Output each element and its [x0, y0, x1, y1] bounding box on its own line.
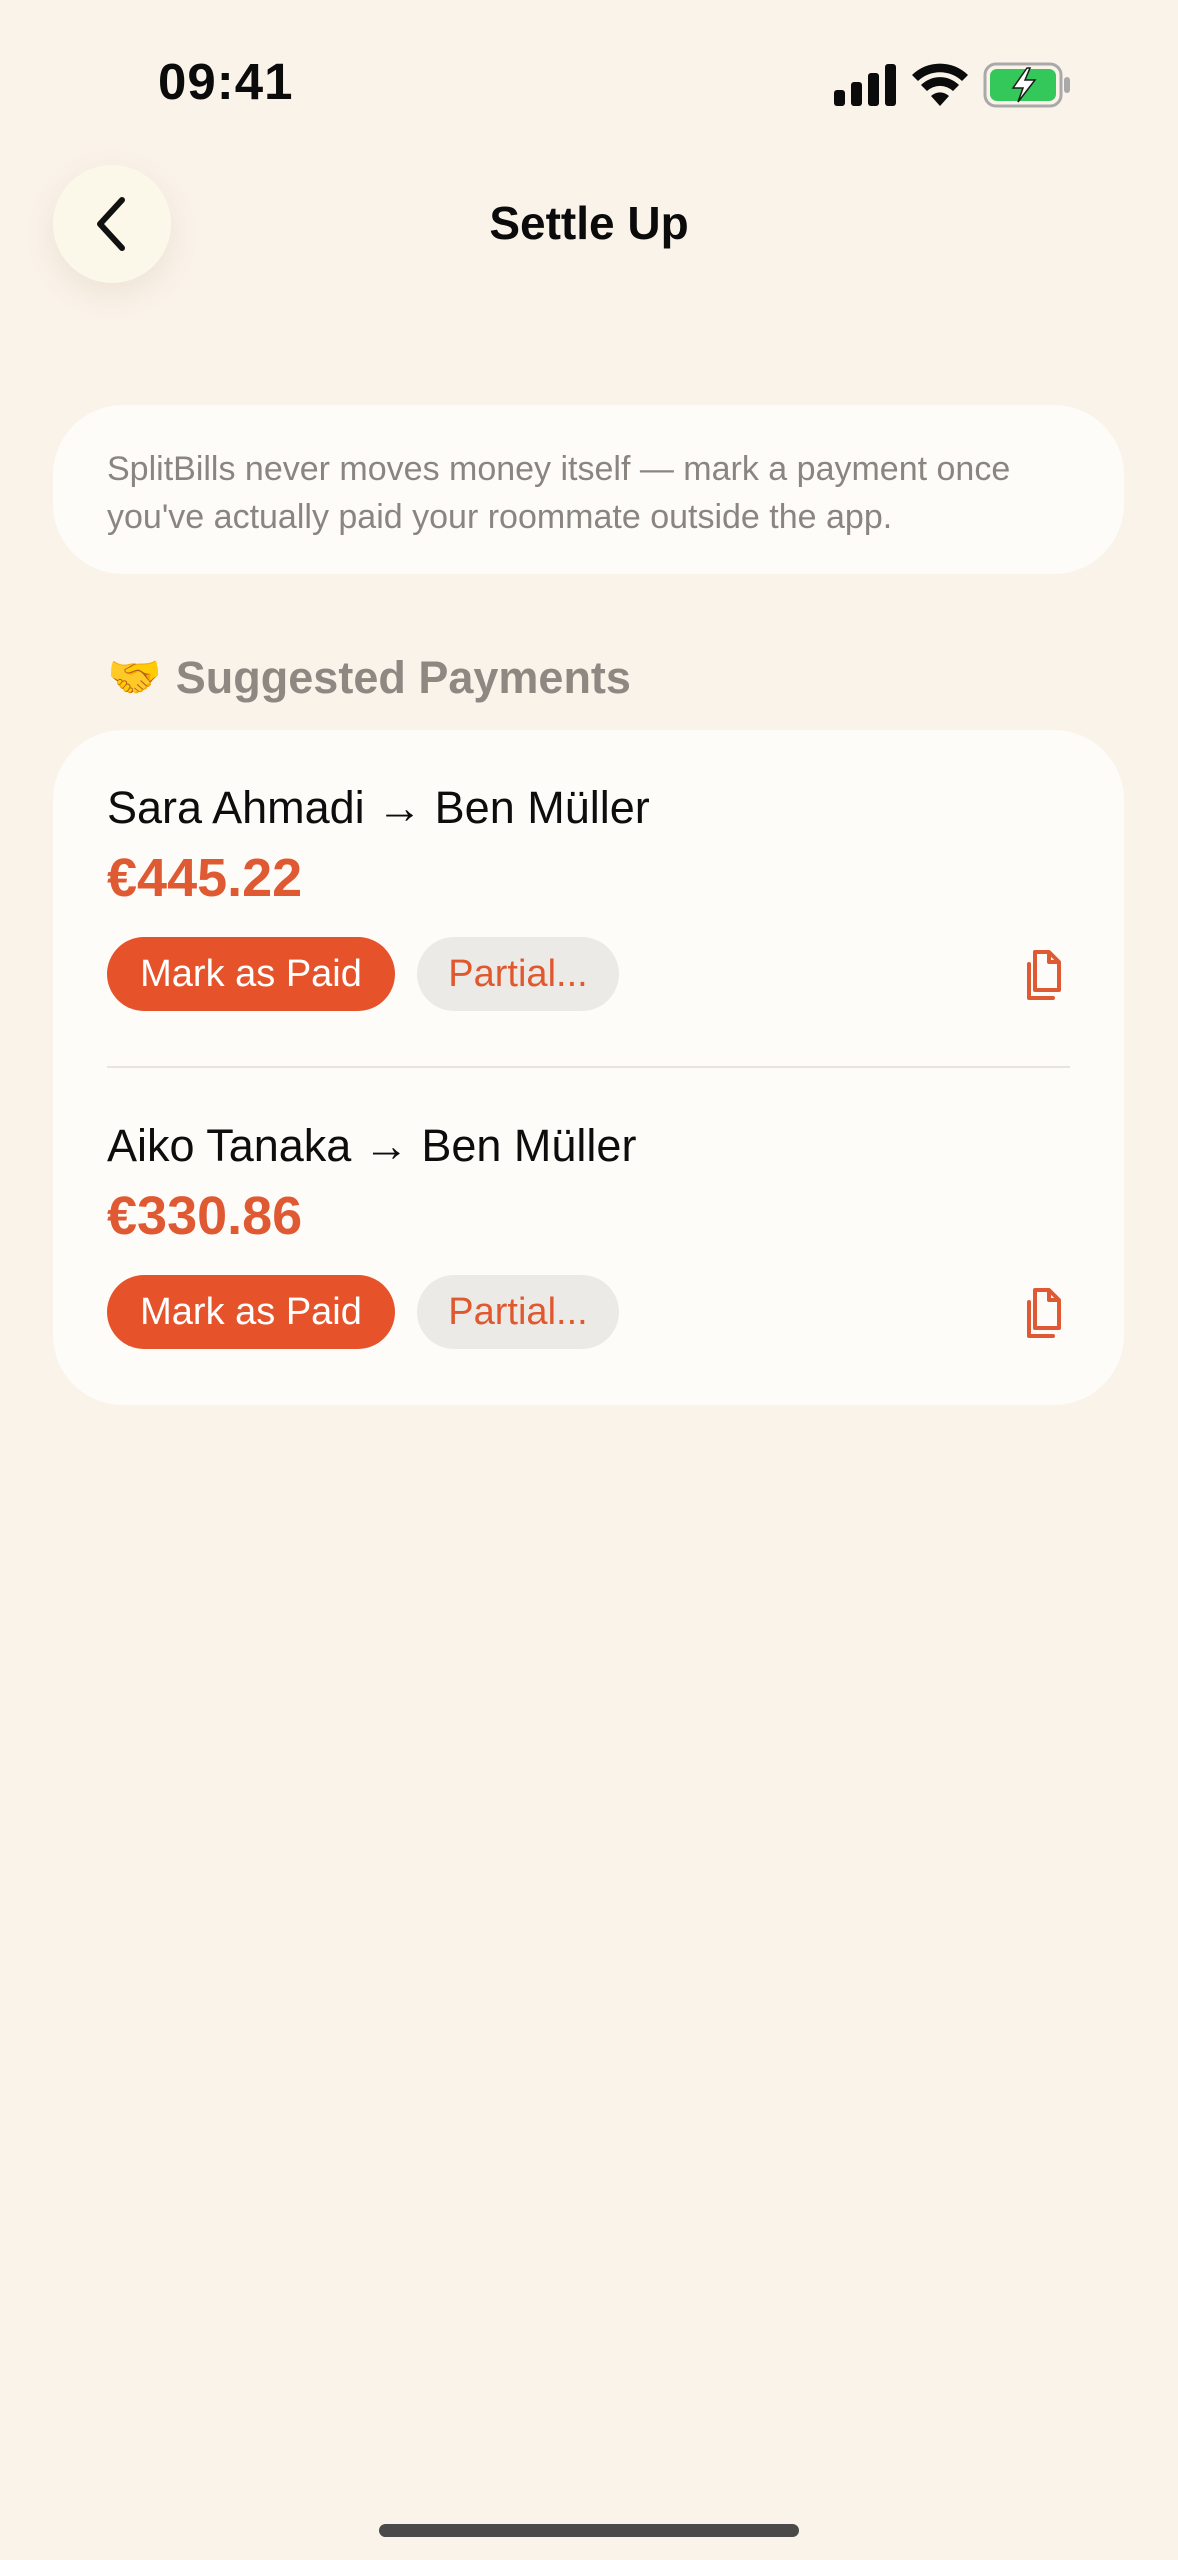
payment-amount: €330.86	[107, 1186, 303, 1246]
partial-payment-button[interactable]: Partial...	[417, 937, 619, 1011]
payment-title: Sara Ahmadi → Ben Müller	[107, 782, 650, 833]
section-title: Suggested Payments	[175, 652, 631, 703]
mark-as-paid-button[interactable]: Mark as Paid	[107, 1275, 395, 1349]
payment-amount: €445.22	[107, 848, 303, 908]
info-card: SplitBills never moves money itself — ma…	[53, 405, 1124, 574]
payment-title: Aiko Tanaka → Ben Müller	[107, 1120, 637, 1171]
mark-as-paid-button[interactable]: Mark as Paid	[107, 937, 395, 1011]
copy-icon[interactable]	[1015, 942, 1079, 1006]
status-bar: 09:41	[0, 0, 1178, 150]
page-title: Settle Up	[489, 197, 689, 249]
handshake-icon: 🤝	[107, 653, 162, 702]
copy-icon[interactable]	[1015, 1280, 1079, 1344]
wifi-icon	[912, 63, 968, 106]
section-header: 🤝 Suggested Payments	[107, 648, 631, 708]
partial-payment-button[interactable]: Partial...	[417, 1275, 619, 1349]
battery-charging-icon	[983, 62, 1070, 108]
suggested-payments-card: Sara Ahmadi → Ben Müller €445.22 Mark as…	[53, 730, 1124, 1405]
home-indicator[interactable]	[379, 2524, 799, 2537]
signal-icon	[834, 64, 896, 106]
payment-row: Sara Ahmadi → Ben Müller €445.22 Mark as…	[53, 730, 1124, 1068]
status-time: 09:41	[158, 53, 294, 110]
payment-row: Aiko Tanaka → Ben Müller €330.86 Mark as…	[53, 1068, 1124, 1405]
info-text: SplitBills never moves money itself — ma…	[107, 450, 1011, 536]
